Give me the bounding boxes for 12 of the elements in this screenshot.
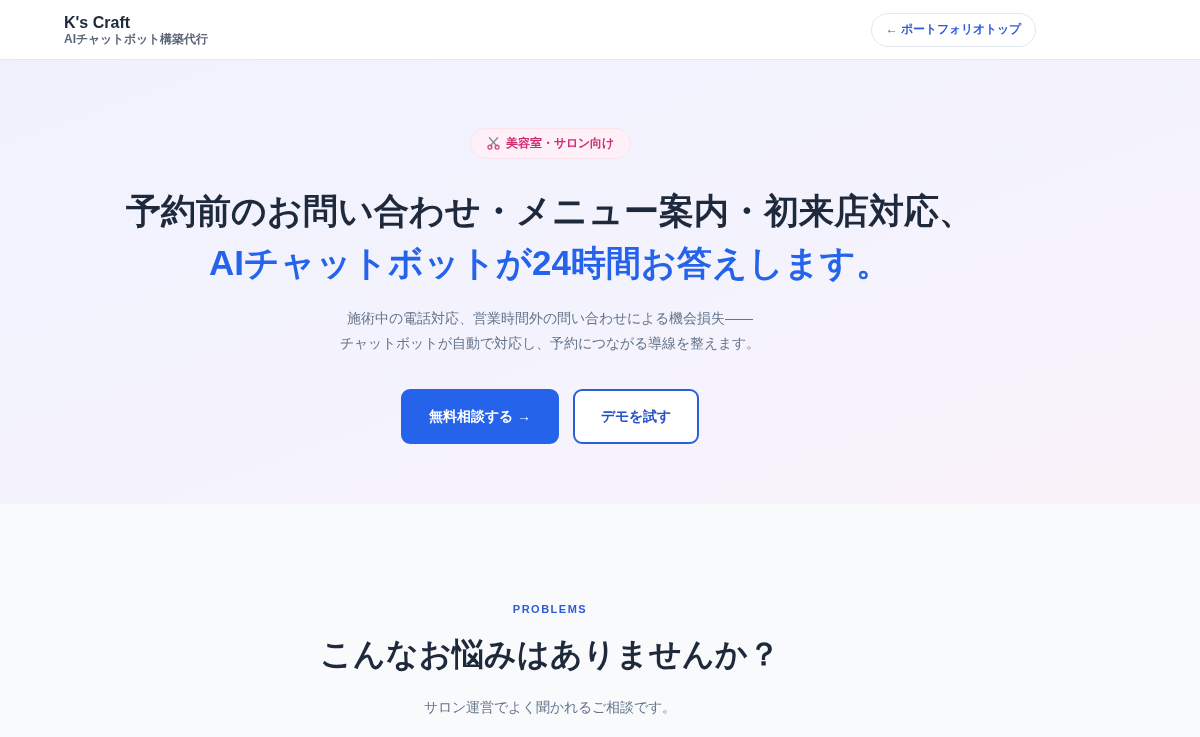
- hero-headline: 予約前のお問い合わせ・メニュー案内・初来店対応、 AIチャットボットが24時間お答えします。: [126, 190, 974, 284]
- section-eyebrow: PROBLEMS: [512, 602, 588, 617]
- scissors-icon: [486, 137, 500, 150]
- demo-button[interactable]: デモを試す: [572, 389, 699, 444]
- hero-description: 施術中の電話対応、営業時間外の問い合わせによる機会損失—— チャットボットが自動で対応し、予約につながる導線を整えます。: [340, 309, 760, 353]
- consult-button[interactable]: 無料相談する →: [401, 389, 559, 444]
- section-title: こんなお悩みはありませんか？: [320, 635, 780, 674]
- section-subtitle: サロン運営でよく聞かれるご相談です。: [424, 698, 676, 717]
- badge-label: 美容室・サロン向け: [505, 135, 614, 152]
- portfolio-top-link[interactable]: ← ポートフォリオトップ: [870, 12, 1036, 47]
- brand-name: K's Craft: [64, 12, 132, 32]
- brand-tagline: AIチャットボット構築代行: [64, 31, 208, 47]
